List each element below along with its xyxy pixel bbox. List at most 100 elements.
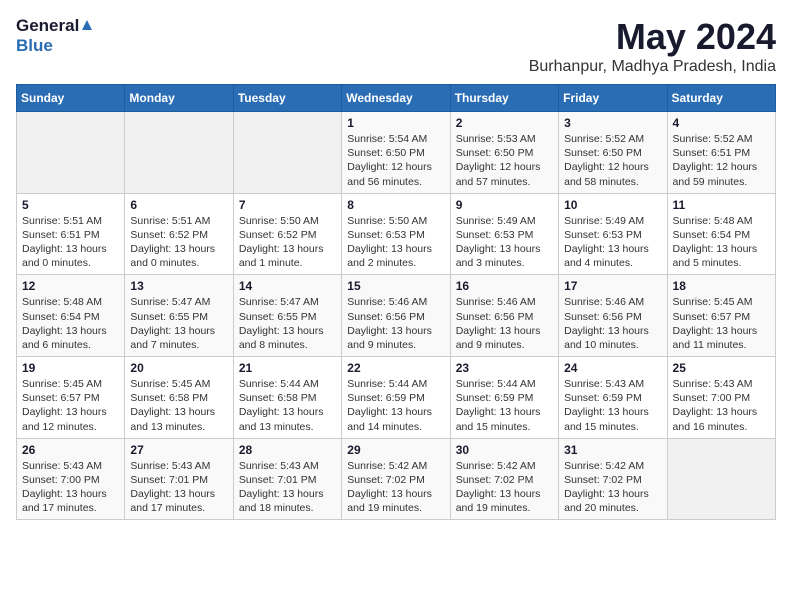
- day-number: 9: [456, 198, 553, 212]
- day-number: 12: [22, 279, 119, 293]
- day-info: Sunrise: 5:43 AMSunset: 7:01 PMDaylight:…: [239, 459, 336, 516]
- table-row: [233, 112, 341, 194]
- table-row: 10 Sunrise: 5:49 AMSunset: 6:53 PMDayligh…: [559, 193, 667, 275]
- day-info: Sunrise: 5:44 AMSunset: 6:59 PMDaylight:…: [347, 377, 444, 434]
- day-number: 30: [456, 443, 553, 457]
- table-row: 17 Sunrise: 5:46 AMSunset: 6:56 PMDayligh…: [559, 275, 667, 357]
- table-row: 24Sunrise: 5:43 AMSunset: 6:59 PMDayligh…: [559, 357, 667, 439]
- day-info: Sunrise: 5:45 AMSunset: 6:57 PMDaylight:…: [673, 295, 770, 352]
- day-number: 24: [564, 361, 661, 375]
- table-row: 7 Sunrise: 5:50 AMSunset: 6:52 PMDaylight…: [233, 193, 341, 275]
- day-info: Sunrise: 5:43 AMSunset: 7:00 PMDaylight:…: [673, 377, 770, 434]
- title-block: May 2024 Burhanpur, Madhya Pradesh, Indi…: [529, 16, 776, 76]
- table-row: 2Sunrise: 5:53 AMSunset: 6:50 PMDaylight…: [450, 112, 558, 194]
- logo-blue: Blue: [16, 36, 53, 56]
- day-number: 27: [130, 443, 227, 457]
- calendar-week-row: 12 Sunrise: 5:48 AMSunset: 6:54 PMDayligh…: [17, 275, 776, 357]
- day-number: 14: [239, 279, 336, 293]
- day-info: Sunrise: 5:52 AMSunset: 6:51 PMDaylight:…: [673, 132, 770, 189]
- table-row: [125, 112, 233, 194]
- day-info: Sunrise: 5:42 AMSunset: 7:02 PMDaylight:…: [347, 459, 444, 516]
- day-number: 10: [564, 198, 661, 212]
- day-number: 18: [673, 279, 770, 293]
- col-monday: Monday: [125, 85, 233, 112]
- header: General Blue May 2024 Burhanpur, Madhya …: [16, 16, 776, 76]
- day-number: 5: [22, 198, 119, 212]
- day-number: 15: [347, 279, 444, 293]
- day-number: 20: [130, 361, 227, 375]
- day-number: 13: [130, 279, 227, 293]
- day-info: Sunrise: 5:42 AMSunset: 7:02 PMDaylight:…: [564, 459, 661, 516]
- calendar-week-row: 1Sunrise: 5:54 AMSunset: 6:50 PMDaylight…: [17, 112, 776, 194]
- col-sunday: Sunday: [17, 85, 125, 112]
- table-row: 9 Sunrise: 5:49 AMSunset: 6:53 PMDaylight…: [450, 193, 558, 275]
- day-number: 31: [564, 443, 661, 457]
- day-info: Sunrise: 5:49 AMSunset: 6:53 PMDaylight:…: [456, 214, 553, 271]
- table-row: 18 Sunrise: 5:45 AMSunset: 6:57 PMDayligh…: [667, 275, 775, 357]
- day-info: Sunrise: 5:43 AMSunset: 7:01 PMDaylight:…: [130, 459, 227, 516]
- day-info: Sunrise: 5:50 AMSunset: 6:52 PMDaylight:…: [239, 214, 336, 271]
- col-wednesday: Wednesday: [342, 85, 450, 112]
- table-row: 4 Sunrise: 5:52 AMSunset: 6:51 PMDaylight…: [667, 112, 775, 194]
- table-row: 14Sunrise: 5:47 AMSunset: 6:55 PMDayligh…: [233, 275, 341, 357]
- day-info: Sunrise: 5:48 AMSunset: 6:54 PMDaylight:…: [22, 295, 119, 352]
- day-info: Sunrise: 5:48 AMSunset: 6:54 PMDaylight:…: [673, 214, 770, 271]
- day-info: Sunrise: 5:45 AMSunset: 6:58 PMDaylight:…: [130, 377, 227, 434]
- table-row: 11 Sunrise: 5:48 AMSunset: 6:54 PMDayligh…: [667, 193, 775, 275]
- table-row: 25 Sunrise: 5:43 AMSunset: 7:00 PMDayligh…: [667, 357, 775, 439]
- day-number: 2: [456, 116, 553, 130]
- main-title: May 2024: [529, 16, 776, 58]
- day-number: 25: [673, 361, 770, 375]
- calendar-week-row: 26Sunrise: 5:43 AMSunset: 7:00 PMDayligh…: [17, 438, 776, 520]
- day-info: Sunrise: 5:45 AMSunset: 6:57 PMDaylight:…: [22, 377, 119, 434]
- day-number: 23: [456, 361, 553, 375]
- col-friday: Friday: [559, 85, 667, 112]
- day-number: 11: [673, 198, 770, 212]
- day-info: Sunrise: 5:42 AMSunset: 7:02 PMDaylight:…: [456, 459, 553, 516]
- table-row: 26Sunrise: 5:43 AMSunset: 7:00 PMDayligh…: [17, 438, 125, 520]
- calendar-week-row: 5 Sunrise: 5:51 AMSunset: 6:51 PMDaylight…: [17, 193, 776, 275]
- day-number: 17: [564, 279, 661, 293]
- subtitle: Burhanpur, Madhya Pradesh, India: [529, 58, 776, 76]
- table-row: 21Sunrise: 5:44 AMSunset: 6:58 PMDayligh…: [233, 357, 341, 439]
- col-thursday: Thursday: [450, 85, 558, 112]
- day-info: Sunrise: 5:43 AMSunset: 7:00 PMDaylight:…: [22, 459, 119, 516]
- day-info: Sunrise: 5:46 AMSunset: 6:56 PMDaylight:…: [564, 295, 661, 352]
- day-number: 28: [239, 443, 336, 457]
- table-row: 3 Sunrise: 5:52 AMSunset: 6:50 PMDaylight…: [559, 112, 667, 194]
- table-row: 12 Sunrise: 5:48 AMSunset: 6:54 PMDayligh…: [17, 275, 125, 357]
- table-row: 13Sunrise: 5:47 AMSunset: 6:55 PMDayligh…: [125, 275, 233, 357]
- table-row: 6 Sunrise: 5:51 AMSunset: 6:52 PMDaylight…: [125, 193, 233, 275]
- day-number: 21: [239, 361, 336, 375]
- table-row: 8Sunrise: 5:50 AMSunset: 6:53 PMDaylight…: [342, 193, 450, 275]
- day-info: Sunrise: 5:44 AMSunset: 6:59 PMDaylight:…: [456, 377, 553, 434]
- day-info: Sunrise: 5:51 AMSunset: 6:51 PMDaylight:…: [22, 214, 119, 271]
- day-number: 29: [347, 443, 444, 457]
- day-number: 3: [564, 116, 661, 130]
- table-row: 23 Sunrise: 5:44 AMSunset: 6:59 PMDayligh…: [450, 357, 558, 439]
- day-number: 4: [673, 116, 770, 130]
- table-row: 30 Sunrise: 5:42 AMSunset: 7:02 PMDayligh…: [450, 438, 558, 520]
- calendar-week-row: 19 Sunrise: 5:45 AMSunset: 6:57 PMDayligh…: [17, 357, 776, 439]
- table-row: [17, 112, 125, 194]
- day-number: 6: [130, 198, 227, 212]
- logo: General Blue: [16, 16, 92, 56]
- day-number: 7: [239, 198, 336, 212]
- table-row: 1Sunrise: 5:54 AMSunset: 6:50 PMDaylight…: [342, 112, 450, 194]
- calendar-header-row: Sunday Monday Tuesday Wednesday Thursday…: [17, 85, 776, 112]
- day-number: 22: [347, 361, 444, 375]
- day-number: 19: [22, 361, 119, 375]
- table-row: 29 Sunrise: 5:42 AMSunset: 7:02 PMDayligh…: [342, 438, 450, 520]
- table-row: 22 Sunrise: 5:44 AMSunset: 6:59 PMDayligh…: [342, 357, 450, 439]
- day-info: Sunrise: 5:49 AMSunset: 6:53 PMDaylight:…: [564, 214, 661, 271]
- table-row: 28 Sunrise: 5:43 AMSunset: 7:01 PMDayligh…: [233, 438, 341, 520]
- day-info: Sunrise: 5:46 AMSunset: 6:56 PMDaylight:…: [347, 295, 444, 352]
- logo-triangle-icon: [82, 20, 92, 30]
- day-info: Sunrise: 5:51 AMSunset: 6:52 PMDaylight:…: [130, 214, 227, 271]
- table-row: [667, 438, 775, 520]
- calendar: Sunday Monday Tuesday Wednesday Thursday…: [16, 84, 776, 520]
- table-row: 19 Sunrise: 5:45 AMSunset: 6:57 PMDayligh…: [17, 357, 125, 439]
- col-saturday: Saturday: [667, 85, 775, 112]
- day-info: Sunrise: 5:52 AMSunset: 6:50 PMDaylight:…: [564, 132, 661, 189]
- table-row: 27 Sunrise: 5:43 AMSunset: 7:01 PMDayligh…: [125, 438, 233, 520]
